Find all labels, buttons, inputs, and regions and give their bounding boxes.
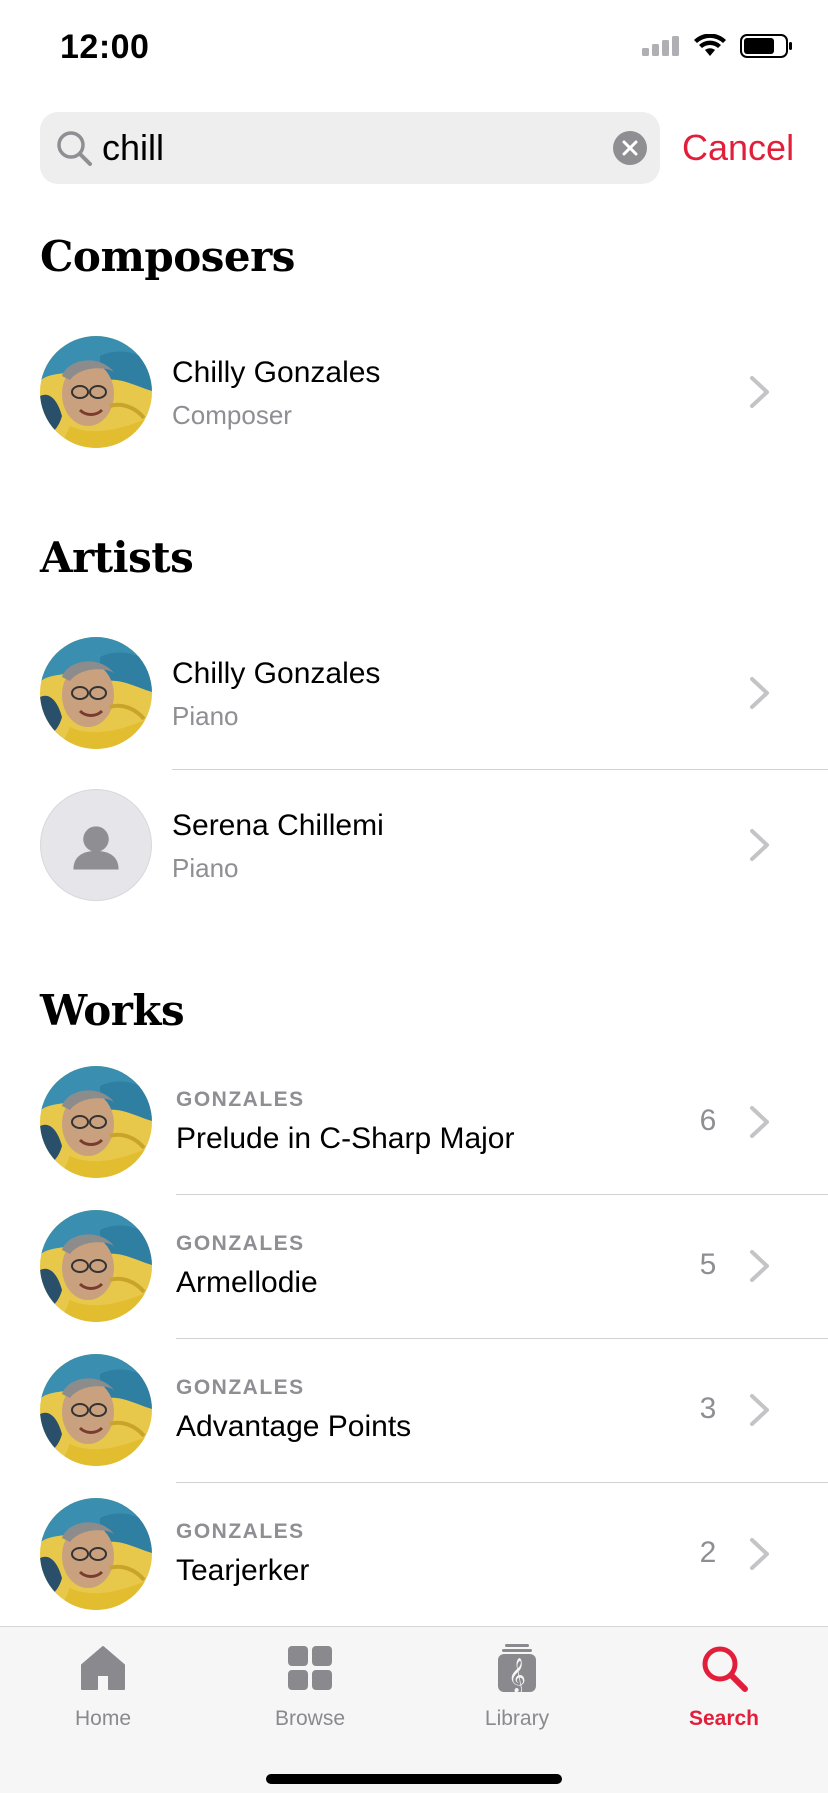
library-icon: 𝄞 [498,1644,536,1693]
composer-row[interactable]: Chilly Gonzales Composer [0,336,828,448]
status-icons [642,34,794,58]
wifi-icon [694,34,726,56]
avatar [40,1066,152,1178]
recording-count: 2 [699,1536,717,1569]
chevron-right-icon [750,1250,769,1282]
search-row: Cancel [40,112,800,184]
clear-search-icon[interactable] [612,130,648,166]
artist-role: Piano [172,701,239,731]
artist-row[interactable]: Serena Chillemi Piano [0,789,828,901]
work-composer: GONZALES [176,1520,305,1543]
tab-label: Library [484,1707,550,1730]
chevron-right-icon [750,1538,769,1570]
avatar [40,1498,152,1610]
chevron-right-icon [750,1106,769,1138]
composer-role: Composer [172,400,292,430]
tab-label: Search [688,1707,760,1730]
cellular-signal-icon [642,36,679,56]
divider [176,1338,828,1339]
search-input[interactable] [102,112,582,184]
artist-name: Chilly Gonzales [172,657,381,690]
tab-library[interactable]: 𝄞 Library [437,1637,597,1737]
composer-name: Chilly Gonzales [172,356,381,389]
avatar [40,637,152,749]
divider [176,1194,828,1195]
tab-bar: Home Browse 𝄞 Library Search [0,1626,828,1793]
tab-label: Browse [274,1707,346,1730]
avatar [40,336,152,448]
search-icon [57,131,92,166]
artist-name: Serena Chillemi [172,809,384,842]
search-field[interactable] [40,112,660,184]
work-composer: GONZALES [176,1376,305,1399]
work-row[interactable]: GONZALES Advantage Points 3 [0,1354,828,1466]
chevron-right-icon [750,1394,769,1426]
recording-count: 5 [699,1248,717,1281]
cancel-button[interactable]: Cancel [682,124,794,172]
chevron-right-icon [750,829,769,861]
battery-icon [740,34,792,58]
recording-count: 3 [699,1392,717,1425]
tab-browse[interactable]: Browse [230,1637,390,1737]
work-row[interactable]: GONZALES Prelude in C-Sharp Major 6 [0,1066,828,1178]
search-icon [702,1646,748,1692]
avatar [40,1354,152,1466]
work-title: Armellodie [176,1266,318,1299]
work-title: Tearjerker [176,1554,310,1587]
work-title: Advantage Points [176,1410,412,1443]
home-indicator [266,1774,562,1784]
home-icon [81,1646,125,1690]
work-composer: GONZALES [176,1232,305,1255]
section-title-artists: Artists [40,533,194,582]
grid-icon [288,1646,332,1690]
work-row[interactable]: GONZALES Tearjerker 2 [0,1498,828,1610]
tab-label: Home [74,1707,132,1730]
artist-row[interactable]: Chilly Gonzales Piano [0,637,828,749]
svg-text:𝄞: 𝄞 [508,1658,526,1693]
person-icon [73,826,119,870]
divider [172,769,828,770]
work-row[interactable]: GONZALES Armellodie 5 [0,1210,828,1322]
status-time: 12:00 [60,28,150,66]
chevron-right-icon [750,677,769,709]
work-composer: GONZALES [176,1088,305,1111]
section-title-works: Works [40,986,185,1035]
section-title-composers: Composers [40,232,295,281]
artist-role: Piano [172,853,239,883]
work-title: Prelude in C-Sharp Major [176,1122,515,1155]
tab-search[interactable]: Search [644,1637,804,1737]
placeholder-avatar [40,789,152,901]
tab-home[interactable]: Home [23,1637,183,1737]
status-bar: 12:00 [0,0,828,100]
recording-count: 6 [699,1104,717,1137]
chevron-right-icon [750,376,769,408]
divider [176,1482,828,1483]
avatar [40,1210,152,1322]
